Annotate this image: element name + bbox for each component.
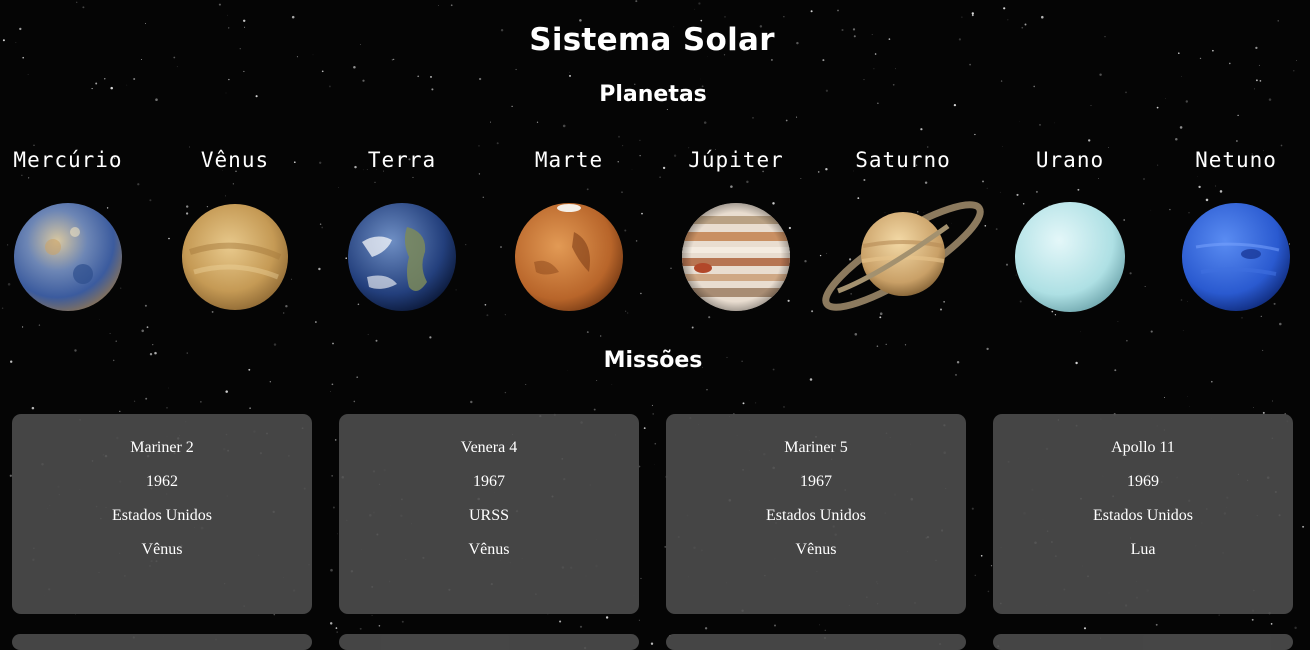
mission-name: Mariner 2 (130, 439, 194, 456)
mission-card-partial[interactable] (666, 634, 966, 650)
mission-target: Vênus (141, 541, 183, 558)
planet-name: Terra (367, 148, 437, 172)
mission-card[interactable]: Apollo 11 1969 Estados Unidos Lua (993, 414, 1293, 614)
mission-target: Lua (1130, 541, 1156, 558)
planet-saturn[interactable]: Saturno (822, 148, 984, 316)
jupiter-icon (682, 203, 790, 311)
planet-neptune[interactable]: Netuno (1156, 148, 1310, 312)
mercury-icon (14, 203, 122, 311)
saturn-icon (822, 201, 984, 311)
planets-row: Mercúrio Vênus Terra Marte Júpiter Satur… (0, 148, 1310, 318)
mission-card-partial[interactable] (339, 634, 639, 650)
mission-name: Apollo 11 (1111, 439, 1175, 456)
mission-target: Vênus (468, 541, 510, 558)
planet-name: Saturno (855, 148, 951, 172)
planet-name: Júpiter (688, 148, 784, 172)
mission-name: Mariner 5 (784, 439, 848, 456)
planet-jupiter[interactable]: Júpiter (656, 148, 816, 312)
planet-name: Mercúrio (13, 148, 123, 172)
planet-name: Netuno (1195, 148, 1277, 172)
planet-name: Urano (1035, 148, 1105, 172)
mission-target: Vênus (795, 541, 837, 558)
mission-country: Estados Unidos (112, 507, 212, 524)
page-title: Sistema Solar (529, 22, 775, 58)
mission-country: Estados Unidos (766, 507, 866, 524)
venus-icon (182, 204, 288, 310)
mission-card-partial[interactable] (12, 634, 312, 650)
mission-card[interactable]: Mariner 2 1962 Estados Unidos Vênus (12, 414, 312, 614)
planet-name: Vênus (200, 148, 270, 172)
planet-uranus[interactable]: Urano (990, 148, 1150, 312)
planet-mars[interactable]: Marte (489, 148, 649, 312)
mission-year: 1969 (1127, 473, 1159, 490)
planet-earth[interactable]: Terra (322, 148, 482, 312)
planet-venus[interactable]: Vênus (155, 148, 315, 312)
planet-name: Marte (534, 148, 604, 172)
planets-heading: Planetas (599, 82, 707, 107)
earth-icon (348, 203, 456, 311)
neptune-icon (1182, 203, 1290, 311)
mission-card[interactable]: Venera 4 1967 URSS Vênus (339, 414, 639, 614)
mars-icon (515, 203, 623, 311)
mission-year: 1962 (146, 473, 178, 490)
mission-year: 1967 (800, 473, 832, 490)
missions-heading: Missões (603, 348, 703, 373)
mission-country: Estados Unidos (1093, 507, 1193, 524)
mission-card[interactable]: Mariner 5 1967 Estados Unidos Vênus (666, 414, 966, 614)
planet-mercury[interactable]: Mercúrio (0, 148, 148, 312)
mission-year: 1967 (473, 473, 505, 490)
mission-card-partial[interactable] (993, 634, 1293, 650)
mission-name: Venera 4 (460, 439, 518, 456)
mission-country: URSS (468, 507, 510, 524)
uranus-icon (1015, 202, 1125, 312)
